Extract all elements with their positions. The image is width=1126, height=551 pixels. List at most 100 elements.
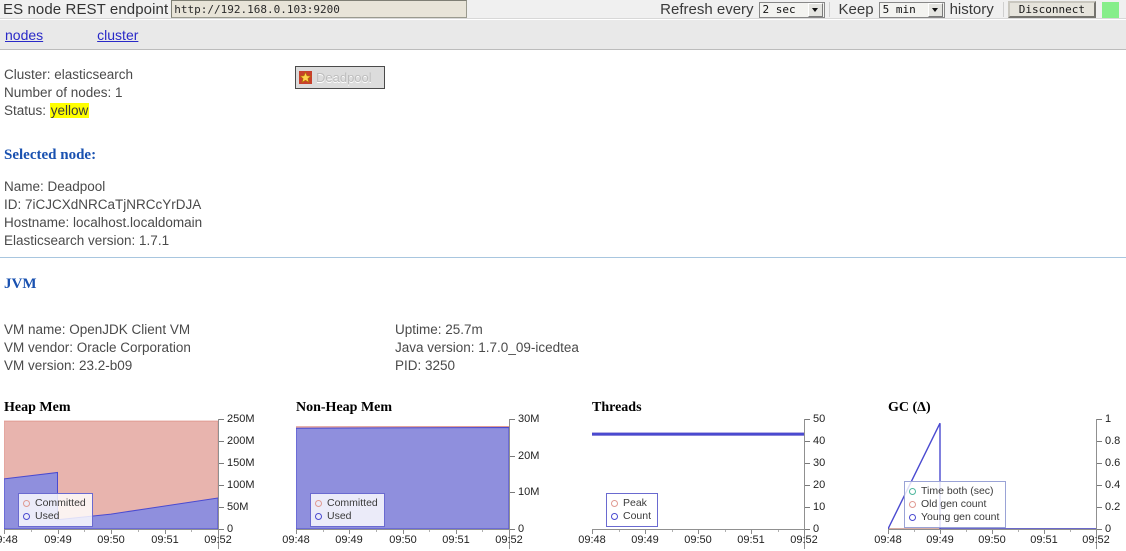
sidebar-item-cluster[interactable]: cluster [97,27,138,43]
node-selector-button-deadpool[interactable]: Deadpool [295,66,385,89]
endpoint-input[interactable] [171,0,468,18]
vm-vendor-line: VM vendor: Oracle Corporation [4,340,191,355]
x-tick-label: 09:49 [44,534,72,546]
toolbar-divider [1002,2,1004,17]
legend-item[interactable]: Time both (sec) [909,485,999,498]
x-tick-minor-mark [323,530,324,532]
y-tick-label: 30 [813,457,826,469]
y-tick-mark [805,529,810,530]
x-tick-minor-mark [778,530,779,532]
history-length-select[interactable]: 5 min [878,1,945,18]
connection-status-indicator [1102,1,1119,18]
x-tick-label: 09:48 [578,534,606,546]
plot-area[interactable]: 0 10 20 30 40 50 09:48 09:49 09:50 09:51 09:52 Peak… [578,414,836,549]
selected-node-details: Name: Deadpool ID: 7iCJCXdNRCaTjNRCcYrDJ… [4,178,202,250]
legend-label: Committed [35,497,86,509]
y-tick-mark [219,507,224,508]
jvm-heading: JVM [4,276,37,292]
legend-marker-icon [909,501,916,508]
jvm-details-right: Uptime: 25.7m Java version: 1.7.0_09-ice… [395,321,579,375]
y-tick-label: 10 [813,501,826,513]
y-tick-mark [510,492,515,493]
chevron-down-icon[interactable] [927,2,943,17]
node-hostname-line: Hostname: localhost.localdomain [4,215,203,230]
y-tick-mark [219,419,224,420]
chart-threads: Threads 0 10 20 30 40 50 09:48 09:49 09:50 09:51 09… [578,400,836,549]
chart-title: Non-Heap Mem [296,400,393,415]
plot-area[interactable]: 0 0.2 0.4 0.6 0.8 1 09:48 09:49 09:50 09:51 09:52 T… [874,414,1126,549]
legend-item[interactable]: Committed [23,497,86,510]
chart-legend[interactable]: Committed Used [18,493,93,527]
vm-name-line: VM name: OpenJDK Client VM [4,322,191,337]
x-tick-label: 09:51 [151,534,179,546]
legend-label: Young gen count [921,511,1000,523]
x-tick-minor-mark [672,530,673,532]
refresh-interval-select[interactable]: 2 sec [758,1,825,18]
jvm-monitor-page: ES node REST endpoint Refresh every 2 se… [0,0,1126,551]
x-tick-label: 09:49 [335,534,363,546]
chart-legend[interactable]: Peak Count [606,493,659,527]
x-tick-label: 09:52 [495,534,523,546]
legend-label: Used [327,510,352,522]
keep-label: Keep [838,1,874,18]
legend-item[interactable]: Committed [315,497,378,510]
legend-marker-icon [611,500,618,507]
y-tick-label: 0 [227,523,234,535]
legend-marker-icon [23,500,30,507]
y-tick-mark [219,529,224,530]
x-tick-label: 09:49 [926,534,954,546]
chart-legend[interactable]: Committed Used [310,493,385,527]
y-tick-mark [219,441,224,442]
history-label: history [949,1,994,18]
chart-legend[interactable]: Time both (sec) Old gen count Young gen co… [904,481,1007,528]
legend-label: Committed [327,497,378,509]
legend-item[interactable]: Used [315,510,378,523]
sidebar-item-nodes[interactable]: nodes [5,27,43,43]
x-tick-label: 09:51 [1030,534,1058,546]
y-tick-label: 20M [518,450,540,462]
chart-non-heap-mem: Non-Heap Mem 0 10M 20M 30M 09:48 09:49 09:50 09:… [282,400,553,549]
x-tick-label: 09:52 [204,534,232,546]
legend-item[interactable]: Peak [611,497,651,510]
legend-label: Time both (sec) [921,485,994,497]
y-tick-label: 40 [813,435,826,447]
legend-label: Count [623,510,652,522]
plot-area[interactable]: 0 50M 100M 150M 200M 250M 09:48 09:49 09:50 09:51… [0,414,262,549]
y-tick-label: 0.6 [1105,457,1121,469]
x-tick-minor-mark [725,530,726,532]
y-tick-mark [1097,419,1102,420]
legend-item[interactable]: Count [611,510,651,523]
x-tick-label: 09:51 [737,534,765,546]
legend-item[interactable]: Young gen count [909,511,999,524]
y-tick-mark [1097,507,1102,508]
legend-item[interactable]: Used [23,510,86,523]
plot-area[interactable]: 0 10M 20M 30M 09:48 09:49 09:50 09:51 09:52 Commi… [282,414,553,549]
node-count-text: Number of nodes: 1 [4,85,123,100]
y-tick-mark [510,529,515,530]
y-tick-label: 0 [518,523,525,535]
y-tick-label: 0.8 [1105,435,1121,447]
section-divider [0,257,1126,258]
legend-label: Used [35,510,60,522]
x-tick-label: 09:50 [978,534,1006,546]
x-tick-minor-mark [914,530,915,532]
pid-line: PID: 3250 [395,358,456,373]
y-tick-label: 0.2 [1105,501,1121,513]
x-tick-minor-mark [84,530,85,532]
y-tick-mark [805,485,810,486]
cluster-info: Cluster: elasticsearch Number of nodes: … [4,66,133,120]
chart-title: GC (Δ) [888,400,931,415]
uptime-line: Uptime: 25.7m [395,322,483,337]
legend-marker-icon [23,513,30,520]
y-tick-label: 0.4 [1105,479,1121,491]
y-tick-mark [1097,529,1102,530]
cluster-name-line: Cluster: elasticsearch [4,67,134,82]
y-tick-mark [805,463,810,464]
disconnect-button[interactable]: Disconnect [1007,1,1096,18]
y-tick-mark [510,419,515,420]
chart-title: Heap Mem [4,400,71,415]
chevron-down-icon[interactable] [807,2,823,17]
legend-item[interactable]: Old gen count [909,498,999,511]
y-tick-label: 0 [813,523,820,535]
legend-marker-icon [315,500,322,507]
